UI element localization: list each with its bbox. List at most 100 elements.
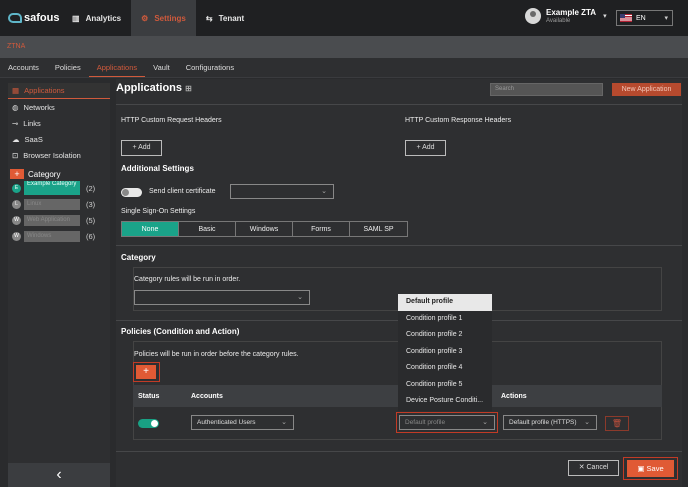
category-name: Linux	[24, 198, 80, 210]
cancel-label: Cancel	[586, 464, 609, 471]
sso-option-forms[interactable]: Forms	[293, 222, 350, 236]
chevron-left-icon: ‹	[56, 466, 62, 483]
tab-configurations[interactable]: Configurations	[178, 58, 242, 77]
nav-tenant[interactable]: ⇆ Tenant	[196, 0, 254, 36]
page-title: Applications ⊞	[116, 82, 192, 94]
edit-icon[interactable]: ⊞	[185, 84, 192, 93]
user-name: Example ZTA	[546, 8, 597, 17]
nav-analytics-label: Analytics	[85, 13, 122, 23]
sidebar-item-applications[interactable]: ▦ Applications	[8, 83, 110, 99]
menu-item[interactable]: Default profile	[398, 294, 492, 311]
new-application-button[interactable]: New Application	[612, 83, 681, 96]
sidebar-item-browser-isolation[interactable]: ⊡ Browser Isolation	[8, 147, 110, 163]
tab-accounts[interactable]: Accounts	[0, 58, 47, 77]
menu-item[interactable]: Condition profile 5	[398, 377, 492, 394]
logo-text: safous	[24, 12, 60, 24]
policy-status-toggle[interactable]	[138, 419, 159, 428]
category-item[interactable]: W Web Application (5)	[8, 213, 110, 227]
sso-option-windows[interactable]: Windows	[236, 222, 293, 236]
category-name: Web Application	[24, 214, 80, 226]
collapse-sidebar-button[interactable]: ‹	[8, 463, 110, 487]
menu-item[interactable]: Device Posture Conditi...	[398, 393, 492, 410]
delete-policy-button[interactable]: 🗑	[605, 416, 629, 431]
action-select[interactable]: Default profile (HTTPS) ⌄	[503, 415, 597, 430]
analytics-icon: ▥	[72, 13, 80, 23]
search-input[interactable]: Search	[490, 83, 603, 96]
menu-item[interactable]: Condition profile 2	[398, 327, 492, 344]
sso-option-saml-sp[interactable]: SAML SP	[350, 222, 407, 236]
sso-option-basic[interactable]: Basic	[179, 222, 236, 236]
sidebar-item-label: SaaS	[24, 134, 43, 144]
cancel-button[interactable]: ✕ Cancel	[568, 460, 619, 476]
category-select[interactable]: ⌄	[134, 290, 310, 305]
trash-icon: 🗑	[611, 419, 623, 428]
avatar	[525, 8, 541, 24]
menu-item[interactable]: Condition profile 1	[398, 311, 492, 328]
user-menu[interactable]: Example ZTA Available ▾	[525, 8, 607, 24]
us-flag-icon	[620, 14, 632, 22]
tenant-icon: ⇆	[205, 13, 213, 23]
category-initial: L	[12, 199, 21, 209]
category-count: (6)	[86, 231, 96, 241]
divider	[116, 451, 682, 452]
chevron-down-icon: ⌄	[297, 294, 303, 301]
accounts-select[interactable]: Authenticated Users ⌄	[191, 415, 294, 430]
sidebar: ▦ Applications ◍ Networks ⊸ Links ☁ SaaS ⊡ Br…	[8, 83, 110, 487]
category-initial: W	[12, 215, 21, 225]
save-button[interactable]: ▣ Save	[627, 460, 674, 477]
link-icon: ⊸	[12, 118, 19, 128]
globe-icon: ◍	[12, 102, 19, 112]
category-count: (5)	[86, 215, 96, 225]
page-title-text: Applications	[116, 82, 183, 94]
add-category-button[interactable]: +	[10, 169, 24, 179]
logo-mark-icon	[8, 13, 22, 23]
category-initial: E	[12, 183, 21, 193]
sidebar-item-links[interactable]: ⊸ Links	[8, 115, 110, 131]
category-item[interactable]: E Example Category (2)	[8, 181, 110, 195]
tab-policies[interactable]: Policies	[47, 58, 89, 77]
tab-applications[interactable]: Applications	[88, 58, 146, 77]
add-policy-button[interactable]: +	[136, 365, 156, 379]
grid-icon: ▦	[12, 86, 20, 95]
tab-vault[interactable]: Vault	[145, 58, 178, 77]
add-response-header-button[interactable]: + Add	[405, 140, 446, 156]
sidebar-item-label: Applications	[24, 86, 65, 95]
category-item[interactable]: L Linux (3)	[8, 197, 110, 211]
client-certificate-toggle[interactable]	[121, 188, 142, 197]
condition-dropdown-menu: Default profile Condition profile 1 Cond…	[398, 294, 492, 411]
category-name: Windows	[24, 230, 80, 242]
sidebar-item-saas[interactable]: ☁ SaaS	[8, 131, 110, 147]
breadcrumb[interactable]: ZTNA	[0, 36, 688, 58]
save-icon: ▣	[637, 464, 647, 473]
category-count: (2)	[86, 183, 96, 193]
category-title: Category	[121, 253, 156, 262]
chevron-down-icon: ⌄	[321, 188, 327, 195]
top-nav: ▥ Analytics ⚙ Settings ⇆ Tenant	[62, 0, 254, 36]
certificate-select[interactable]: ⌄	[230, 184, 334, 199]
add-label: Add	[422, 144, 435, 151]
condition-value: Default profile	[405, 419, 446, 426]
sub-nav: Accounts Policies Applications Vault Con…	[0, 58, 688, 78]
sso-option-none[interactable]: None	[122, 222, 179, 236]
logo[interactable]: safous	[0, 0, 62, 36]
menu-item[interactable]: Condition profile 3	[398, 344, 492, 361]
category-initial: W	[12, 231, 21, 241]
category-item[interactable]: W Windows (6)	[8, 229, 110, 243]
category-header: + Category	[8, 169, 110, 179]
nav-settings-label: Settings	[154, 13, 186, 23]
chevron-down-icon: ⌄	[482, 419, 488, 426]
language-select[interactable]: EN ▾	[616, 10, 673, 26]
chevron-down-icon: ⌄	[584, 419, 590, 426]
chevron-down-icon: ▾	[664, 15, 668, 22]
sidebar-item-networks[interactable]: ◍ Networks	[8, 99, 110, 115]
response-headers-label: HTTP Custom Response Headers	[405, 117, 512, 124]
condition-select[interactable]: Default profile ⌄	[399, 415, 495, 430]
main-panel: Applications ⊞ Search New Application HT…	[116, 79, 682, 487]
menu-item[interactable]: Condition profile 4	[398, 360, 492, 377]
gear-icon: ⚙	[141, 13, 149, 23]
category-label: Category	[28, 169, 61, 179]
nav-settings[interactable]: ⚙ Settings	[131, 0, 196, 36]
add-request-header-button[interactable]: + Add	[121, 140, 162, 156]
nav-analytics[interactable]: ▥ Analytics	[62, 0, 131, 36]
sidebar-item-label: Networks	[23, 102, 55, 112]
